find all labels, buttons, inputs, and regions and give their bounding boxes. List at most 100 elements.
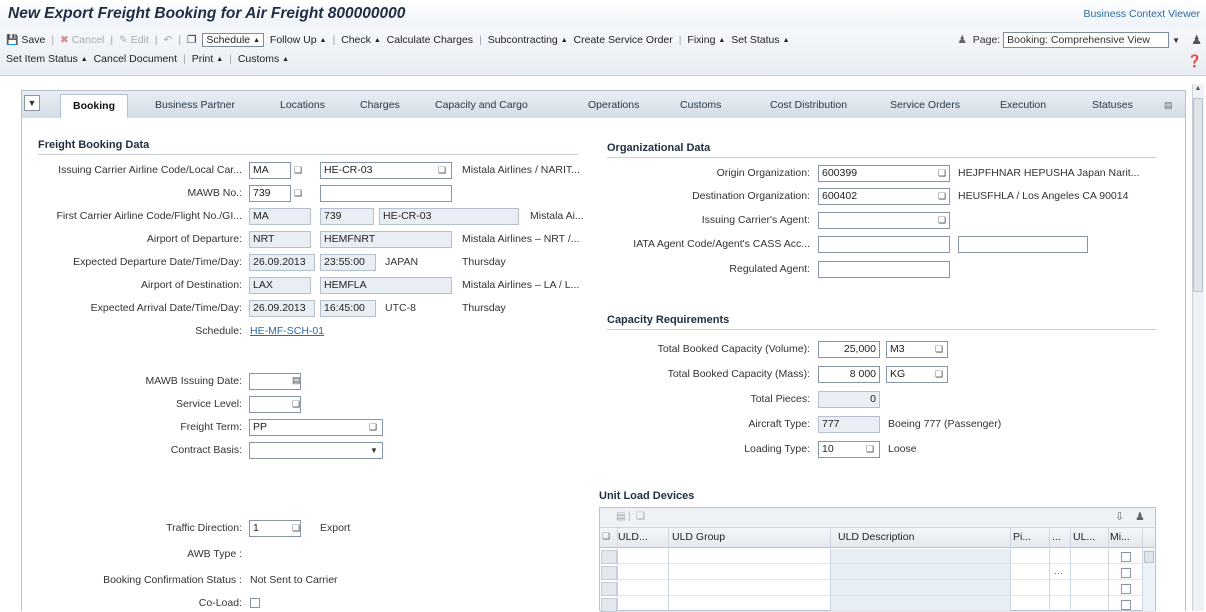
calculate-charges-button[interactable]: Calculate Charges (387, 34, 473, 46)
set-item-status-menu[interactable]: Set Item Status ▲ (6, 53, 88, 65)
row-selector[interactable] (601, 582, 617, 596)
mawb-prefix-field[interactable]: 739 (249, 185, 291, 202)
copy-button[interactable]: ❐ (187, 34, 196, 46)
first-carrier-flight-field[interactable]: 739 (320, 208, 374, 225)
value-help-icon[interactable]: ❏ (294, 188, 302, 199)
check-menu[interactable]: Check ▲ (341, 34, 381, 46)
table-scrollbar-thumb[interactable] (1144, 551, 1154, 563)
tab-cost-distribution[interactable]: Cost Distribution (762, 96, 855, 118)
freight-term-field[interactable]: PP (249, 419, 383, 436)
table-settings-icon[interactable]: ♟ (1135, 510, 1145, 523)
dropdown-arrow-icon[interactable]: ▼ (370, 446, 378, 455)
mixed-checkbox[interactable] (1121, 568, 1131, 578)
tab-charges[interactable]: Charges (352, 96, 408, 118)
tab-overflow-icon[interactable]: ▤ (1156, 96, 1181, 118)
departure-time-field[interactable]: 23:55:00 (320, 254, 376, 271)
local-carrier-field[interactable]: HE-CR-03 (320, 162, 452, 179)
cass-account-field[interactable] (958, 236, 1088, 253)
issuing-agent-field[interactable] (818, 212, 950, 229)
column-uld-group[interactable]: ULD Group (672, 531, 725, 543)
copy-row-icon[interactable]: ❏ (636, 511, 645, 522)
origin-org-field[interactable]: 600399 (818, 165, 950, 182)
tab-capacity-and-cargo[interactable]: Capacity and Cargo (427, 96, 536, 118)
print-menu[interactable]: Print ▲ (192, 53, 223, 65)
mawb-number-field[interactable] (320, 185, 452, 202)
regulated-agent-field[interactable] (818, 261, 950, 278)
table-row[interactable] (600, 565, 1155, 580)
value-help-icon[interactable]: ❏ (935, 344, 943, 355)
column-pieces[interactable]: Pi... (1013, 531, 1031, 543)
arrival-time-field[interactable]: 16:45:00 (320, 300, 376, 317)
table-row[interactable] (600, 549, 1155, 564)
tab-operations[interactable]: Operations (580, 96, 647, 118)
personalize-icon[interactable]: ♟ (958, 34, 967, 46)
first-carrier-carrier-field[interactable]: HE-CR-03 (379, 208, 519, 225)
value-help-icon[interactable]: ❏ (294, 165, 302, 176)
select-all-icon[interactable]: ❏ (602, 531, 610, 542)
value-help-icon[interactable]: ❏ (935, 369, 943, 380)
row-selector[interactable] (601, 598, 617, 612)
column-mixed[interactable]: Mi... (1110, 531, 1130, 543)
airport-destination-code-field[interactable]: LAX (249, 277, 311, 294)
value-help-icon[interactable]: ❏ (369, 422, 377, 433)
value-help-icon[interactable]: ❏ (292, 523, 300, 534)
column-more[interactable]: ... (1052, 531, 1061, 543)
undo-button[interactable]: ↶ (164, 34, 173, 46)
tab-customs[interactable]: Customs (672, 96, 729, 118)
value-help-icon[interactable]: ❏ (938, 191, 946, 202)
help-icon[interactable]: ❓ (1187, 54, 1202, 68)
airport-destination-location-field[interactable]: HEMFLA (320, 277, 452, 294)
tab-statuses[interactable]: Statuses (1084, 96, 1141, 118)
tab-menu-button[interactable]: ▼ (24, 95, 40, 111)
follow-up-menu[interactable]: Follow Up ▲ (270, 34, 327, 46)
scrollbar-thumb[interactable] (1193, 98, 1203, 292)
contract-basis-select[interactable] (249, 442, 383, 459)
value-help-icon[interactable]: ❏ (292, 399, 300, 410)
tab-booking[interactable]: Booking (60, 94, 128, 119)
set-status-menu[interactable]: Set Status ▲ (731, 34, 789, 46)
table-row[interactable] (600, 581, 1155, 596)
save-button[interactable]: 💾 Save (6, 34, 45, 46)
create-service-order-button[interactable]: Create Service Order (574, 34, 673, 46)
insert-row-icon[interactable]: ▤ (616, 511, 625, 522)
mass-field[interactable]: 8 000 (818, 366, 880, 383)
volume-field[interactable]: 25,000 (818, 341, 880, 358)
value-help-icon[interactable]: ❏ (938, 215, 946, 226)
first-carrier-code-field[interactable]: MA (249, 208, 311, 225)
mixed-checkbox[interactable] (1121, 584, 1131, 594)
schedule-link[interactable]: HE-MF-SCH-01 (250, 325, 324, 337)
page-select[interactable]: Booking: Comprehensive View (1003, 32, 1170, 48)
value-help-icon[interactable]: ❏ (866, 444, 874, 455)
value-help-icon[interactable]: ❏ (938, 168, 946, 179)
iata-agent-code-field[interactable] (818, 236, 950, 253)
issuing-carrier-code-field[interactable]: MA (249, 162, 291, 179)
mixed-checkbox[interactable] (1121, 552, 1131, 562)
calendar-icon[interactable]: ▤ (292, 375, 301, 386)
airport-departure-code-field[interactable]: NRT (249, 231, 311, 248)
tab-locations[interactable]: Locations (272, 96, 333, 118)
tab-execution[interactable]: Execution (992, 96, 1054, 118)
column-uld[interactable]: ULD... (618, 531, 648, 543)
departure-date-field[interactable]: 26.09.2013 (249, 254, 315, 271)
row-selector[interactable] (601, 550, 617, 564)
dropdown-arrow-icon[interactable]: ▼ (1172, 36, 1180, 45)
row-selector[interactable] (601, 566, 617, 580)
destination-org-field[interactable]: 600402 (818, 188, 950, 205)
value-help-icon[interactable]: ❏ (438, 165, 446, 176)
tab-service-orders[interactable]: Service Orders (882, 96, 968, 118)
tab-business-partner[interactable]: Business Partner (147, 96, 243, 118)
table-row[interactable] (600, 597, 1155, 612)
user-settings-icon[interactable]: ♟ (1191, 33, 1202, 47)
airport-departure-location-field[interactable]: HEMFNRT (320, 231, 452, 248)
subcontracting-menu[interactable]: Subcontracting ▲ (488, 34, 568, 46)
co-load-checkbox[interactable] (250, 598, 260, 608)
arrival-date-field[interactable]: 26.09.2013 (249, 300, 315, 317)
cancel-document-button[interactable]: Cancel Document (94, 53, 177, 65)
edit-button[interactable]: ✎ Edit (119, 34, 149, 46)
more-ellipsis[interactable]: ... (1054, 565, 1063, 577)
mixed-checkbox[interactable] (1121, 600, 1131, 610)
aircraft-type-field[interactable]: 777 (818, 416, 880, 433)
scroll-up-icon[interactable]: ▲ (1193, 85, 1203, 97)
business-context-viewer-link[interactable]: Business Context Viewer (1083, 8, 1200, 20)
column-uld-description[interactable]: ULD Description (838, 531, 914, 543)
